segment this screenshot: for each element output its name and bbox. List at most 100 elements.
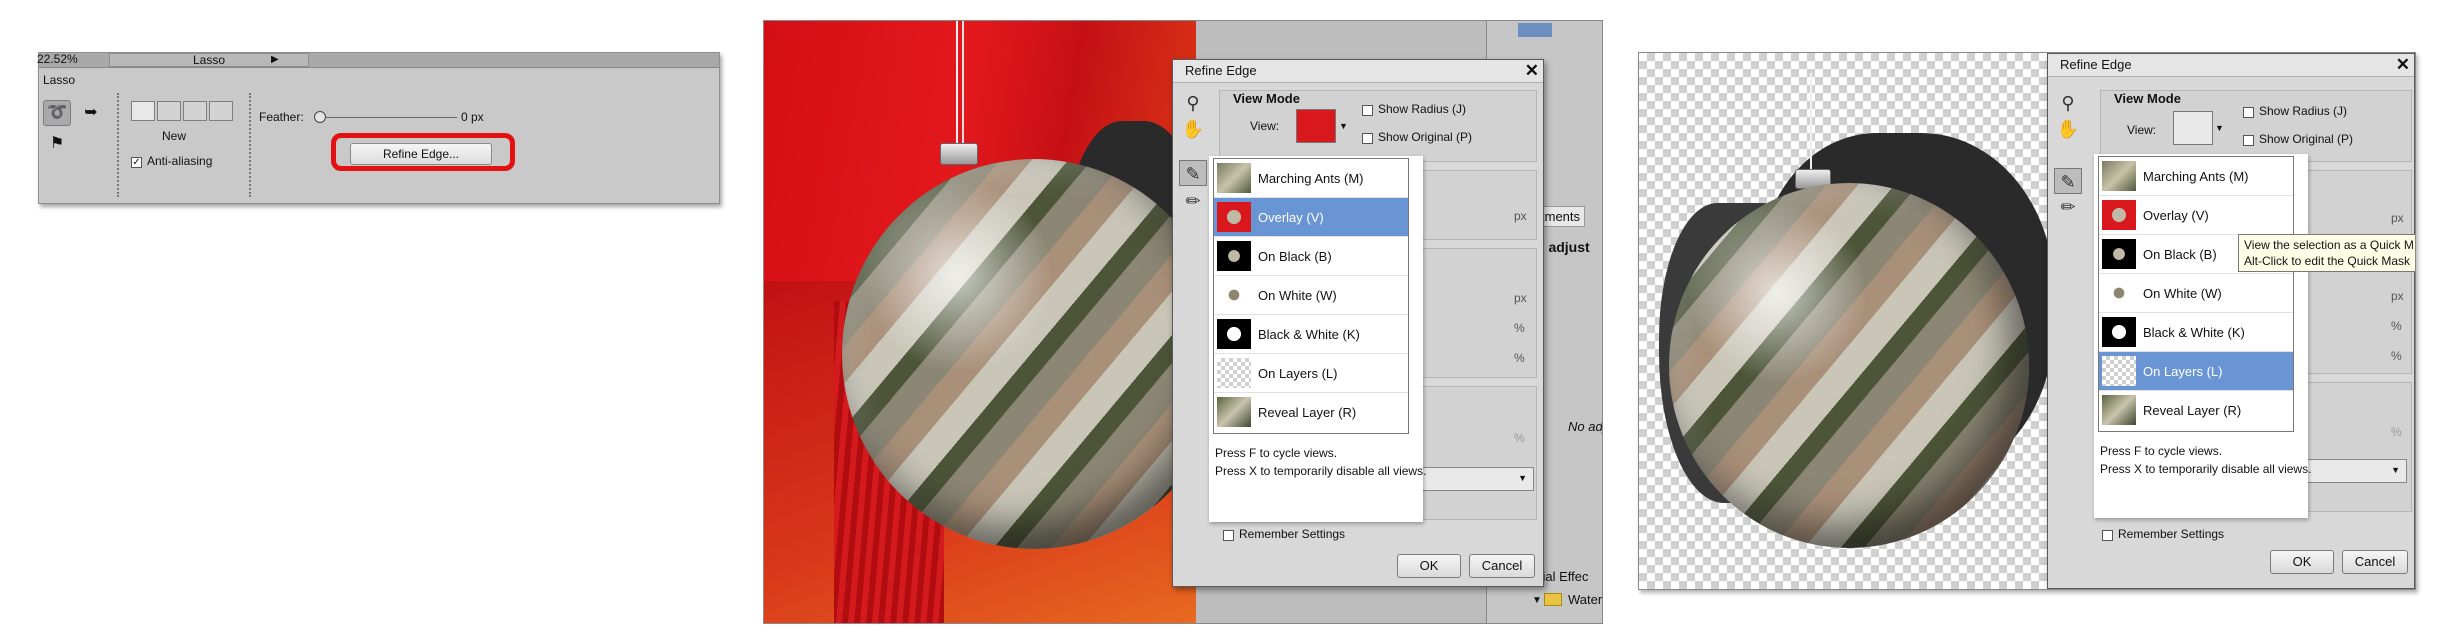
- feather-slider-handle[interactable]: [314, 111, 326, 123]
- thumbnail: [2102, 395, 2136, 425]
- cancel-button[interactable]: Cancel: [1469, 554, 1535, 578]
- chevron-down-icon[interactable]: ▼: [1339, 121, 1348, 131]
- show-original-checkbox[interactable]: [1362, 133, 1373, 144]
- refine-radius-brush-icon[interactable]: ✎: [1179, 160, 1207, 186]
- chevron-down-icon: ▼: [2391, 465, 2400, 475]
- hand-icon[interactable]: ✋: [2054, 116, 2082, 142]
- magnetic-lasso-icon: ➥: [84, 104, 98, 121]
- zoom-level: 22.52%: [37, 52, 78, 66]
- new-selection-button[interactable]: [131, 101, 155, 121]
- no-adjustment-label: No adj: [1568, 419, 1603, 434]
- dialog-title: Refine Edge: [2048, 54, 2414, 77]
- ornament-cap: [940, 143, 978, 165]
- chevron-down-icon: ▼: [1518, 473, 1527, 483]
- remember-settings-label: Remember Settings: [1239, 527, 1346, 541]
- refine-radius-brush-icon[interactable]: ✎: [2054, 168, 2082, 194]
- intersect-selection-button[interactable]: [209, 101, 233, 121]
- view-menu-popup: Marching Ants (M) Overlay (V) On Black (…: [1209, 156, 1427, 522]
- option-label: On Layers (L): [1258, 366, 1338, 381]
- ornament: [842, 159, 1226, 549]
- show-original-label: Show Original (P): [2259, 132, 2354, 146]
- show-original-checkbox[interactable]: [2243, 135, 2254, 146]
- close-icon[interactable]: ✕: [1525, 62, 1539, 80]
- tab-arrow-icon[interactable]: ▶: [271, 53, 279, 66]
- radius-unit: px: [2391, 211, 2404, 225]
- close-icon[interactable]: ✕: [2396, 56, 2410, 74]
- view-option-overlay[interactable]: Overlay (V): [1214, 198, 1408, 237]
- add-selection-button[interactable]: [157, 101, 181, 121]
- refine-edge-dialog: Refine Edge ✕ ⚲ ✋ ✎ ✏ View Mode View: ▼ …: [2047, 53, 2415, 589]
- new-label: New: [162, 129, 187, 143]
- view-option-black-white[interactable]: Black & White (K): [2099, 313, 2293, 352]
- cancel-button[interactable]: Cancel: [2342, 550, 2408, 574]
- view-option-on-layers[interactable]: On Layers (L): [1214, 354, 1408, 393]
- view-option-on-white[interactable]: On White (W): [2099, 274, 2293, 313]
- watercolor-label[interactable]: Watercolor A: [1568, 592, 1602, 607]
- hint-disable-views: Press X to temporarily disable all views…: [1215, 464, 1427, 478]
- remember-settings-checkbox[interactable]: [1223, 530, 1234, 541]
- show-original-label: Show Original (P): [1378, 130, 1473, 144]
- refine-edge-button[interactable]: Refine Edge...: [350, 143, 492, 165]
- zoom-icon[interactable]: ⚲: [2054, 90, 2082, 116]
- ok-button[interactable]: OK: [1397, 554, 1461, 578]
- option-label: On Black (B): [2143, 247, 2217, 262]
- thumbnail: [1217, 163, 1251, 193]
- expand-arrow-icon[interactable]: ▼: [1532, 595, 1542, 606]
- tooltip-line-2: Alt-Click to edit the Quick Mask: [2244, 254, 2411, 268]
- lasso-tool-button[interactable]: ➰: [43, 100, 71, 126]
- feather-value[interactable]: 0 px: [461, 110, 484, 124]
- contrast-unit: %: [2391, 319, 2402, 333]
- view-option-overlay[interactable]: Overlay (V): [2099, 196, 2293, 235]
- view-tooltip: View the selection as a Quick M Alt-Clic…: [2238, 234, 2415, 272]
- view-thumbnail[interactable]: [2173, 111, 2213, 145]
- anti-aliasing-checkbox[interactable]: ✓: [131, 157, 142, 168]
- option-label: On Black (B): [1258, 249, 1332, 264]
- overlay-screenshot: tments n adjust No adj cial Effec ▼ Wate…: [763, 20, 1603, 624]
- option-label: Overlay (V): [1258, 210, 1324, 225]
- on-layers-screenshot: Refine Edge ✕ ⚲ ✋ ✎ ✏ View Mode View: ▼ …: [1638, 52, 2416, 590]
- view-option-reveal-layer[interactable]: Reveal Layer (R): [2099, 391, 2293, 430]
- view-option-black-white[interactable]: Black & White (K): [1214, 315, 1408, 354]
- hand-icon[interactable]: ✋: [1179, 116, 1207, 142]
- option-label: Marching Ants (M): [1258, 171, 1364, 186]
- panel-thumb: [1518, 23, 1552, 37]
- feather-label: Feather:: [259, 110, 304, 124]
- magnetic-lasso-button[interactable]: ➥: [77, 100, 105, 126]
- feather-unit: px: [2391, 289, 2404, 303]
- remember-settings-checkbox[interactable]: [2102, 530, 2113, 541]
- show-radius-label: Show Radius (J): [1378, 102, 1467, 116]
- zoom-icon[interactable]: ⚲: [1179, 90, 1207, 116]
- polygonal-lasso-button[interactable]: ⚑: [43, 131, 71, 157]
- refine-edge-highlight: Refine Edge...: [331, 133, 515, 171]
- subtract-selection-button[interactable]: [183, 101, 207, 121]
- view-mode-group: View Mode View: ▼ Show Radius (J) Show O…: [1219, 90, 1537, 162]
- divider: [117, 93, 119, 197]
- option-label: Marching Ants (M): [2143, 169, 2249, 184]
- option-label: Overlay (V): [2143, 208, 2209, 223]
- thumbnail: [1217, 280, 1251, 310]
- view-option-on-white[interactable]: On White (W): [1214, 276, 1408, 315]
- view-thumbnail[interactable]: [1296, 109, 1336, 143]
- view-option-reveal-layer[interactable]: Reveal Layer (R): [1214, 393, 1408, 432]
- view-option-on-black[interactable]: On Black (B): [1214, 237, 1408, 276]
- document-tab[interactable]: Lasso: [109, 53, 309, 67]
- ornament: [1669, 183, 2029, 548]
- option-label: On White (W): [2143, 286, 2222, 301]
- dialog-title: Refine Edge: [1173, 60, 1543, 83]
- amount-unit: %: [2391, 425, 2402, 439]
- view-option-marching-ants[interactable]: Marching Ants (M): [2099, 157, 2293, 196]
- thumbnail: [2102, 356, 2136, 386]
- thumbnail: [1217, 319, 1251, 349]
- view-menu-list: Marching Ants (M) Overlay (V) On Black (…: [2098, 156, 2294, 432]
- chevron-down-icon[interactable]: ▼: [2215, 123, 2224, 133]
- hint-cycle-views: Press F to cycle views.: [1215, 446, 1338, 460]
- feather-slider[interactable]: [317, 117, 457, 118]
- view-option-marching-ants[interactable]: Marching Ants (M): [1214, 159, 1408, 198]
- view-option-on-layers[interactable]: On Layers (L): [2099, 352, 2293, 391]
- show-radius-checkbox[interactable]: [2243, 107, 2254, 118]
- erase-refinements-icon[interactable]: ✏: [2054, 194, 2082, 220]
- show-radius-checkbox[interactable]: [1362, 105, 1373, 116]
- erase-refinements-icon[interactable]: ✏: [1179, 188, 1207, 214]
- shift-edge-unit: %: [1514, 351, 1525, 365]
- ok-button[interactable]: OK: [2270, 550, 2334, 574]
